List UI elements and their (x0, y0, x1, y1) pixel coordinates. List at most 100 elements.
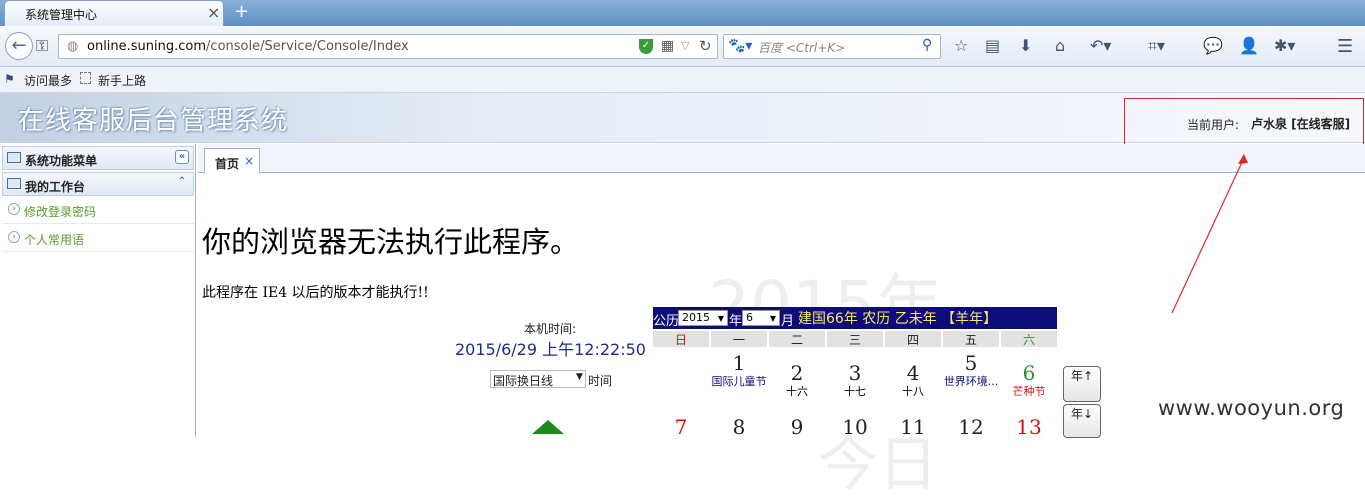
download-icon[interactable]: ⬇ (1019, 36, 1032, 55)
baidu-paw-icon[interactable]: 🐾▾ (728, 38, 752, 54)
url-text[interactable]: online.suning.com/console/Service/Consol… (87, 39, 409, 54)
calendar-week-1: 1 国际儿童节 2 十六 3 十七 4 十八 5 世界环境... 6 芒种节 (653, 351, 1057, 411)
site-watermark: www.wooyun.org (1158, 396, 1345, 420)
calendar-month-select[interactable]: 6 ▼ (742, 310, 780, 326)
back-button[interactable]: ← (5, 32, 33, 60)
chevron-right-icon: › (8, 203, 20, 215)
calendar-header: 公历 2015 ▼ 年 6 ▼ 月 建国66年 农历 乙未年 【羊年】 (653, 307, 1057, 329)
browser-tab-close-icon[interactable]: × (207, 3, 220, 22)
browser-tab[interactable]: 系统管理中心 × (4, 0, 224, 26)
calendar-day[interactable]: 12 (943, 415, 999, 439)
calendar-day[interactable]: 9 (769, 415, 825, 439)
calendar-day[interactable]: 4 十八 (885, 361, 941, 399)
reload-icon[interactable]: ↻ (699, 37, 712, 55)
chat-icon[interactable]: 💬 (1203, 36, 1223, 55)
reading-list-icon[interactable]: ▤ (985, 36, 1000, 55)
error-title: 你的浏览器无法执行此程序。 (202, 225, 580, 259)
year-up-button[interactable]: 年↑ (1063, 366, 1101, 402)
panel-system-menu-label: 系统功能菜单 (25, 154, 98, 168)
calendar-day[interactable]: 5 世界环境... (943, 351, 999, 389)
bookmark-page-icon (80, 72, 91, 84)
weekday-sat: 六 (1001, 331, 1057, 347)
panel-my-workbench[interactable]: 我的工作台 ⌃ (2, 172, 194, 196)
calendar-day[interactable]: 6 芒种节 (1001, 361, 1057, 399)
weekday-wed: 三 (827, 331, 883, 347)
calendar-day[interactable]: 8 (711, 415, 767, 439)
sidebar-item-change-password[interactable]: › 修改登录密码 (2, 197, 194, 224)
globe-icon: ◍ (67, 39, 79, 54)
tab-home-close-icon[interactable]: × (244, 154, 254, 168)
tree-icon (532, 420, 564, 434)
new-tab-button[interactable]: + (234, 1, 249, 22)
timezone-suffix: 时间 (588, 374, 613, 388)
calendar-week-2: 7 8 9 10 11 12 13 (653, 415, 1057, 439)
error-detail: 此程序在 IE4 以后的版本才能执行!! (202, 285, 429, 301)
key-icon[interactable]: ⚿ (36, 36, 48, 56)
calendar-day[interactable]: 2 十六 (769, 361, 825, 399)
app-title: 在线客服后台管理系统 (18, 106, 289, 136)
bookmark-most-visited[interactable]: 访问最多 (24, 72, 72, 89)
calendar-day[interactable]: 11 (885, 415, 941, 439)
weekday-tue: 二 (769, 331, 825, 347)
calendar: 公历 2015 ▼ 年 6 ▼ 月 建国66年 农历 乙未年 【羊年】 日 一 二 … (653, 307, 1101, 439)
sidebar-item-label: 修改登录密码 (24, 205, 97, 219)
shield-icon[interactable]: ✓ (639, 39, 653, 54)
search-icon[interactable]: ⚲ (922, 37, 932, 53)
current-user-value: 卢水泉 [在线客服] (1251, 117, 1351, 131)
chevron-down-icon[interactable]: ▼ (576, 372, 583, 382)
calendar-day[interactable]: 3 十七 (827, 361, 883, 399)
bookmarks-bar: ⚑ 访问最多 新手上路 (0, 67, 1365, 93)
tab-home-label: 首页 (215, 157, 240, 171)
weekday-mon: 一 (711, 331, 767, 347)
address-bar[interactable]: ◍ online.suning.com/console/Service/Cons… (58, 34, 718, 59)
current-user-label: 当前用户: (1187, 118, 1240, 132)
chevron-right-icon: › (8, 231, 20, 243)
bug-icon[interactable]: ✱▾ (1274, 36, 1295, 55)
browser-nav-bar: ← ⚿ ◍ online.suning.com/console/Service/… (0, 26, 1365, 67)
collapse-up-icon[interactable]: ⌃ (175, 176, 189, 190)
star-icon[interactable]: ☆ (954, 36, 968, 55)
tab-home[interactable]: 首页 × (204, 148, 260, 174)
sidebar-item-common-phrases[interactable]: › 个人常用语 (2, 225, 194, 252)
calendar-info: 建国66年 农历 乙未年 【羊年】 (798, 311, 998, 327)
collapse-left-icon[interactable]: « (175, 150, 189, 164)
bookmark-most-visited-icon: ⚑ (4, 72, 15, 86)
home-icon[interactable]: ⌂ (1055, 36, 1065, 55)
calendar-day[interactable]: 10 (827, 415, 883, 439)
menu-panel-icon (7, 152, 21, 163)
search-box[interactable]: 🐾▾ 百度 <Ctrl+K> ⚲ (723, 34, 941, 59)
workbench-panel-icon (7, 178, 21, 189)
calendar-day[interactable]: 13 (1001, 415, 1057, 439)
user-icon[interactable]: 👤 (1239, 36, 1259, 55)
calendar-year-select[interactable]: 2015 ▼ (678, 310, 728, 326)
timezone-select[interactable]: 国际换日线 (490, 370, 586, 388)
qr-code-icon[interactable]: ▦ (661, 38, 674, 54)
sidebar: 系统功能菜单 « 我的工作台 ⌃ › 修改登录密码 › 个人常用语 (0, 144, 196, 437)
undo-icon[interactable]: ↶▾ (1090, 36, 1111, 55)
crop-icon[interactable]: ⌗▾ (1148, 36, 1165, 56)
panel-system-menu[interactable]: 系统功能菜单 « (2, 146, 194, 170)
panel-my-workbench-label: 我的工作台 (25, 180, 86, 194)
sidebar-item-label: 个人常用语 (24, 233, 85, 247)
bookmark-getting-started[interactable]: 新手上路 (98, 72, 146, 89)
browser-tab-title: 系统管理中心 (25, 8, 98, 22)
weekday-sun: 日 (653, 331, 709, 347)
calendar-month-suffix: 月 (781, 314, 795, 329)
year-down-button[interactable]: 年↓ (1063, 404, 1101, 438)
weekday-thu: 四 (885, 331, 941, 347)
menu-icon[interactable]: ☰ (1337, 36, 1353, 57)
calendar-day[interactable]: 7 (653, 415, 709, 439)
annotation-arrow (1171, 154, 1248, 314)
dropdown-arrow-icon[interactable]: ▽ (681, 39, 689, 52)
search-placeholder: 百度 <Ctrl+K> (758, 41, 846, 55)
calendar-weekday-row: 日 一 二 三 四 五 六 (653, 331, 1057, 347)
weekday-fri: 五 (943, 331, 999, 347)
browser-tab-bar: 系统管理中心 × + (0, 0, 1365, 26)
local-time-value: 2015/6/29 上午12:22:50 (455, 340, 646, 359)
app-header: 在线客服后台管理系统 当前用户: 卢水泉 [在线客服] (0, 93, 1365, 146)
local-time-label: 本机时间: (524, 322, 577, 336)
calendar-day[interactable]: 1 国际儿童节 (711, 351, 767, 389)
calendar-year-suffix: 年 (729, 314, 743, 329)
current-user-box: 当前用户: 卢水泉 [在线客服] (1124, 98, 1364, 146)
calendar-gregorian-label: 公历 (653, 314, 680, 329)
